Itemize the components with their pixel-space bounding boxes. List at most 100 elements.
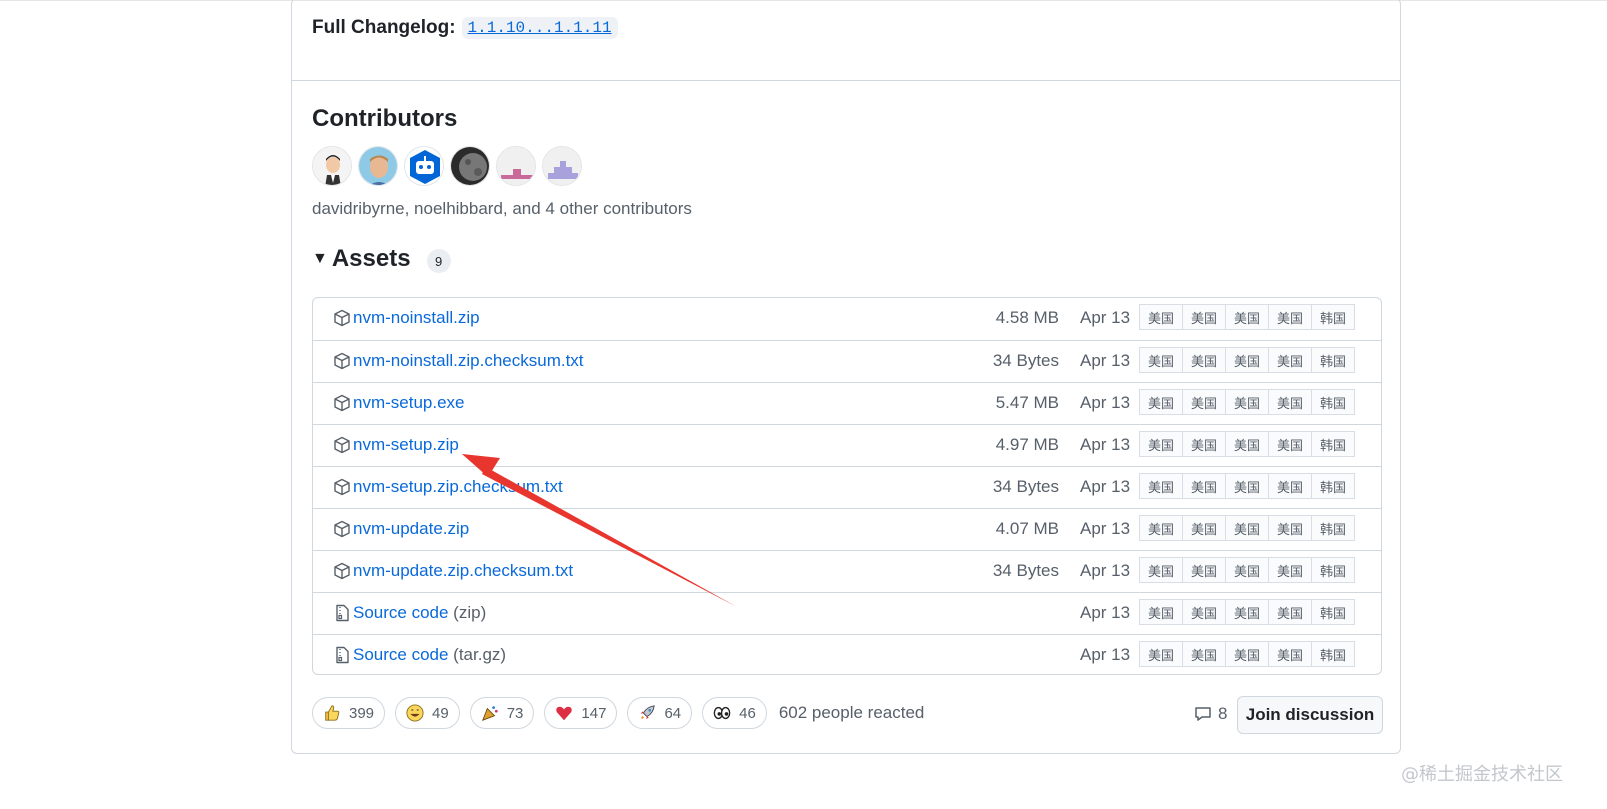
mirror-download-link[interactable]: 美国 [1268, 515, 1312, 541]
reaction-hooray[interactable]: 73 [469, 697, 535, 729]
mirror-download-link[interactable]: 美国 [1225, 389, 1269, 415]
asset-name: nvm-setup.exe [353, 393, 465, 412]
mirror-download-link[interactable]: 美国 [1182, 599, 1226, 625]
asset-download-link[interactable]: nvm-noinstall.zip [353, 308, 480, 328]
mirror-download-link[interactable]: 美国 [1268, 641, 1312, 667]
asset-row: nvm-setup.zip 4.97 MB Apr 13 美国 美国 美国 美国 韩国 [313, 424, 1381, 466]
comments-link[interactable]: 8 [1194, 704, 1227, 724]
mirror-download-link[interactable]: 美国 [1268, 599, 1312, 625]
reaction-laugh[interactable]: 49 [395, 697, 460, 729]
triangle-down-icon: ▼ [312, 250, 328, 267]
mirror-download-link[interactable]: 韩国 [1311, 347, 1355, 373]
asset-size: 4.58 MB [995, 308, 1059, 327]
mirror-download-link[interactable]: 美国 [1139, 431, 1183, 457]
mirror-download-link[interactable]: 韩国 [1311, 473, 1355, 499]
archer-avatar[interactable] [312, 146, 352, 186]
reaction-heart[interactable]: 147 [544, 697, 618, 729]
mirror-links: 美国 美国 美国 美国 韩国 [1139, 641, 1355, 667]
mirror-download-link[interactable]: 美国 [1139, 304, 1183, 330]
mirror-download-link[interactable]: 美国 [1225, 641, 1269, 667]
package-icon [334, 562, 350, 580]
mirror-download-link[interactable]: 美国 [1225, 515, 1269, 541]
mirror-download-link[interactable]: 韩国 [1311, 431, 1355, 457]
mirror-download-link[interactable]: 美国 [1182, 389, 1226, 415]
mirror-download-link[interactable]: 美国 [1225, 473, 1269, 499]
mirror-download-link[interactable]: 韩国 [1311, 599, 1355, 625]
mirror-download-link[interactable]: 美国 [1139, 641, 1183, 667]
mirror-links: 美国 美国 美国 美国 韩国 [1139, 473, 1355, 499]
mirror-download-link[interactable]: 美国 [1139, 557, 1183, 583]
asset-download-link[interactable]: Source code (zip) [353, 603, 486, 623]
asset-row: Source code (tar.gz) Apr 13 美国 美国 美国 美国 韩国 [313, 634, 1381, 674]
reaction-count: 147 [581, 704, 607, 722]
purple-identicon-avatar[interactable] [542, 146, 582, 186]
mirror-download-link[interactable]: 美国 [1182, 304, 1226, 330]
mirror-download-link[interactable]: 美国 [1182, 557, 1226, 583]
reaction-rocket[interactable]: 64 [627, 697, 693, 729]
bot-avatar[interactable] [404, 146, 444, 186]
asset-date: Apr 13 [1080, 351, 1131, 370]
full-changelog: Full Changelog: 1.1.10...1.1.11 [312, 17, 618, 39]
pink-identicon-avatar[interactable] [496, 146, 536, 186]
reaction-count: 46 [739, 704, 756, 722]
asset-extension: (zip) [448, 603, 487, 622]
asset-name: nvm-noinstall.zip.checksum.txt [353, 351, 584, 370]
mirror-download-link[interactable]: 美国 [1139, 347, 1183, 373]
mirror-download-link[interactable]: 韩国 [1311, 557, 1355, 583]
mirror-links: 美国 美国 美国 美国 韩国 [1139, 557, 1355, 583]
mirror-download-link[interactable]: 美国 [1268, 557, 1312, 583]
mirror-download-link[interactable]: 美国 [1182, 347, 1226, 373]
mirror-download-link[interactable]: 美国 [1225, 557, 1269, 583]
heart-icon [556, 706, 573, 721]
mirror-download-link[interactable]: 美国 [1182, 431, 1226, 457]
person-avatar[interactable] [358, 146, 398, 186]
comments-count: 8 [1218, 704, 1228, 723]
asset-download-link[interactable]: nvm-update.zip.checksum.txt [353, 561, 573, 581]
asset-date: Apr 13 [1080, 603, 1131, 622]
mirror-download-link[interactable]: 韩国 [1311, 515, 1355, 541]
asset-row: nvm-setup.exe 5.47 MB Apr 13 美国 美国 美国 美国 韩国 [313, 382, 1381, 424]
asset-download-link[interactable]: nvm-update.zip [353, 519, 469, 539]
reaction-eyes[interactable]: 46 [702, 697, 767, 729]
file-zip-icon [336, 646, 349, 664]
moon-avatar[interactable] [450, 146, 490, 186]
mirror-download-link[interactable]: 美国 [1182, 515, 1226, 541]
mirror-download-link[interactable]: 美国 [1225, 304, 1269, 330]
mirror-download-link[interactable]: 美国 [1268, 473, 1312, 499]
asset-download-link[interactable]: Source code (tar.gz) [353, 645, 506, 665]
asset-download-link[interactable]: nvm-setup.zip [353, 435, 459, 455]
assets-toggle[interactable]: ▼ Assets 9 [312, 245, 451, 273]
mirror-download-link[interactable]: 美国 [1268, 347, 1312, 373]
asset-download-link[interactable]: nvm-setup.zip.checksum.txt [353, 477, 563, 497]
changelog-compare-link[interactable]: 1.1.10...1.1.11 [461, 17, 618, 39]
section-divider [292, 80, 1400, 81]
mirror-download-link[interactable]: 美国 [1268, 431, 1312, 457]
thumbs-up-icon [325, 705, 340, 721]
mirror-download-link[interactable]: 美国 [1225, 599, 1269, 625]
mirror-download-link[interactable]: 美国 [1268, 389, 1312, 415]
mirror-download-link[interactable]: 美国 [1139, 599, 1183, 625]
file-zip-icon [336, 604, 349, 622]
asset-row: nvm-update.zip.checksum.txt 34 Bytes Apr 1… [313, 550, 1381, 592]
asset-name: nvm-noinstall.zip [353, 308, 480, 327]
mirror-download-link[interactable]: 美国 [1139, 473, 1183, 499]
mirror-download-link[interactable]: 美国 [1139, 515, 1183, 541]
join-discussion-button[interactable]: Join discussion [1237, 696, 1383, 734]
asset-download-link[interactable]: nvm-noinstall.zip.checksum.txt [353, 351, 584, 371]
asset-size: 34 Bytes [992, 561, 1059, 580]
mirror-download-link[interactable]: 韩国 [1311, 641, 1355, 667]
mirror-download-link[interactable]: 韩国 [1311, 389, 1355, 415]
reaction-thumbs-up[interactable]: 399 [312, 697, 386, 729]
asset-date: Apr 13 [1080, 477, 1131, 496]
mirror-download-link[interactable]: 美国 [1225, 347, 1269, 373]
mirror-download-link[interactable]: 美国 [1139, 389, 1183, 415]
mirror-download-link[interactable]: 美国 [1182, 641, 1226, 667]
asset-download-link[interactable]: nvm-setup.exe [353, 393, 465, 413]
mirror-download-link[interactable]: 美国 [1225, 431, 1269, 457]
mirror-download-link[interactable]: 美国 [1268, 304, 1312, 330]
asset-size: 34 Bytes [992, 351, 1059, 370]
mirror-download-link[interactable]: 美国 [1182, 473, 1226, 499]
mirror-download-link[interactable]: 韩国 [1311, 304, 1355, 330]
asset-name: nvm-update.zip [353, 519, 470, 538]
eyes-icon [713, 706, 731, 720]
